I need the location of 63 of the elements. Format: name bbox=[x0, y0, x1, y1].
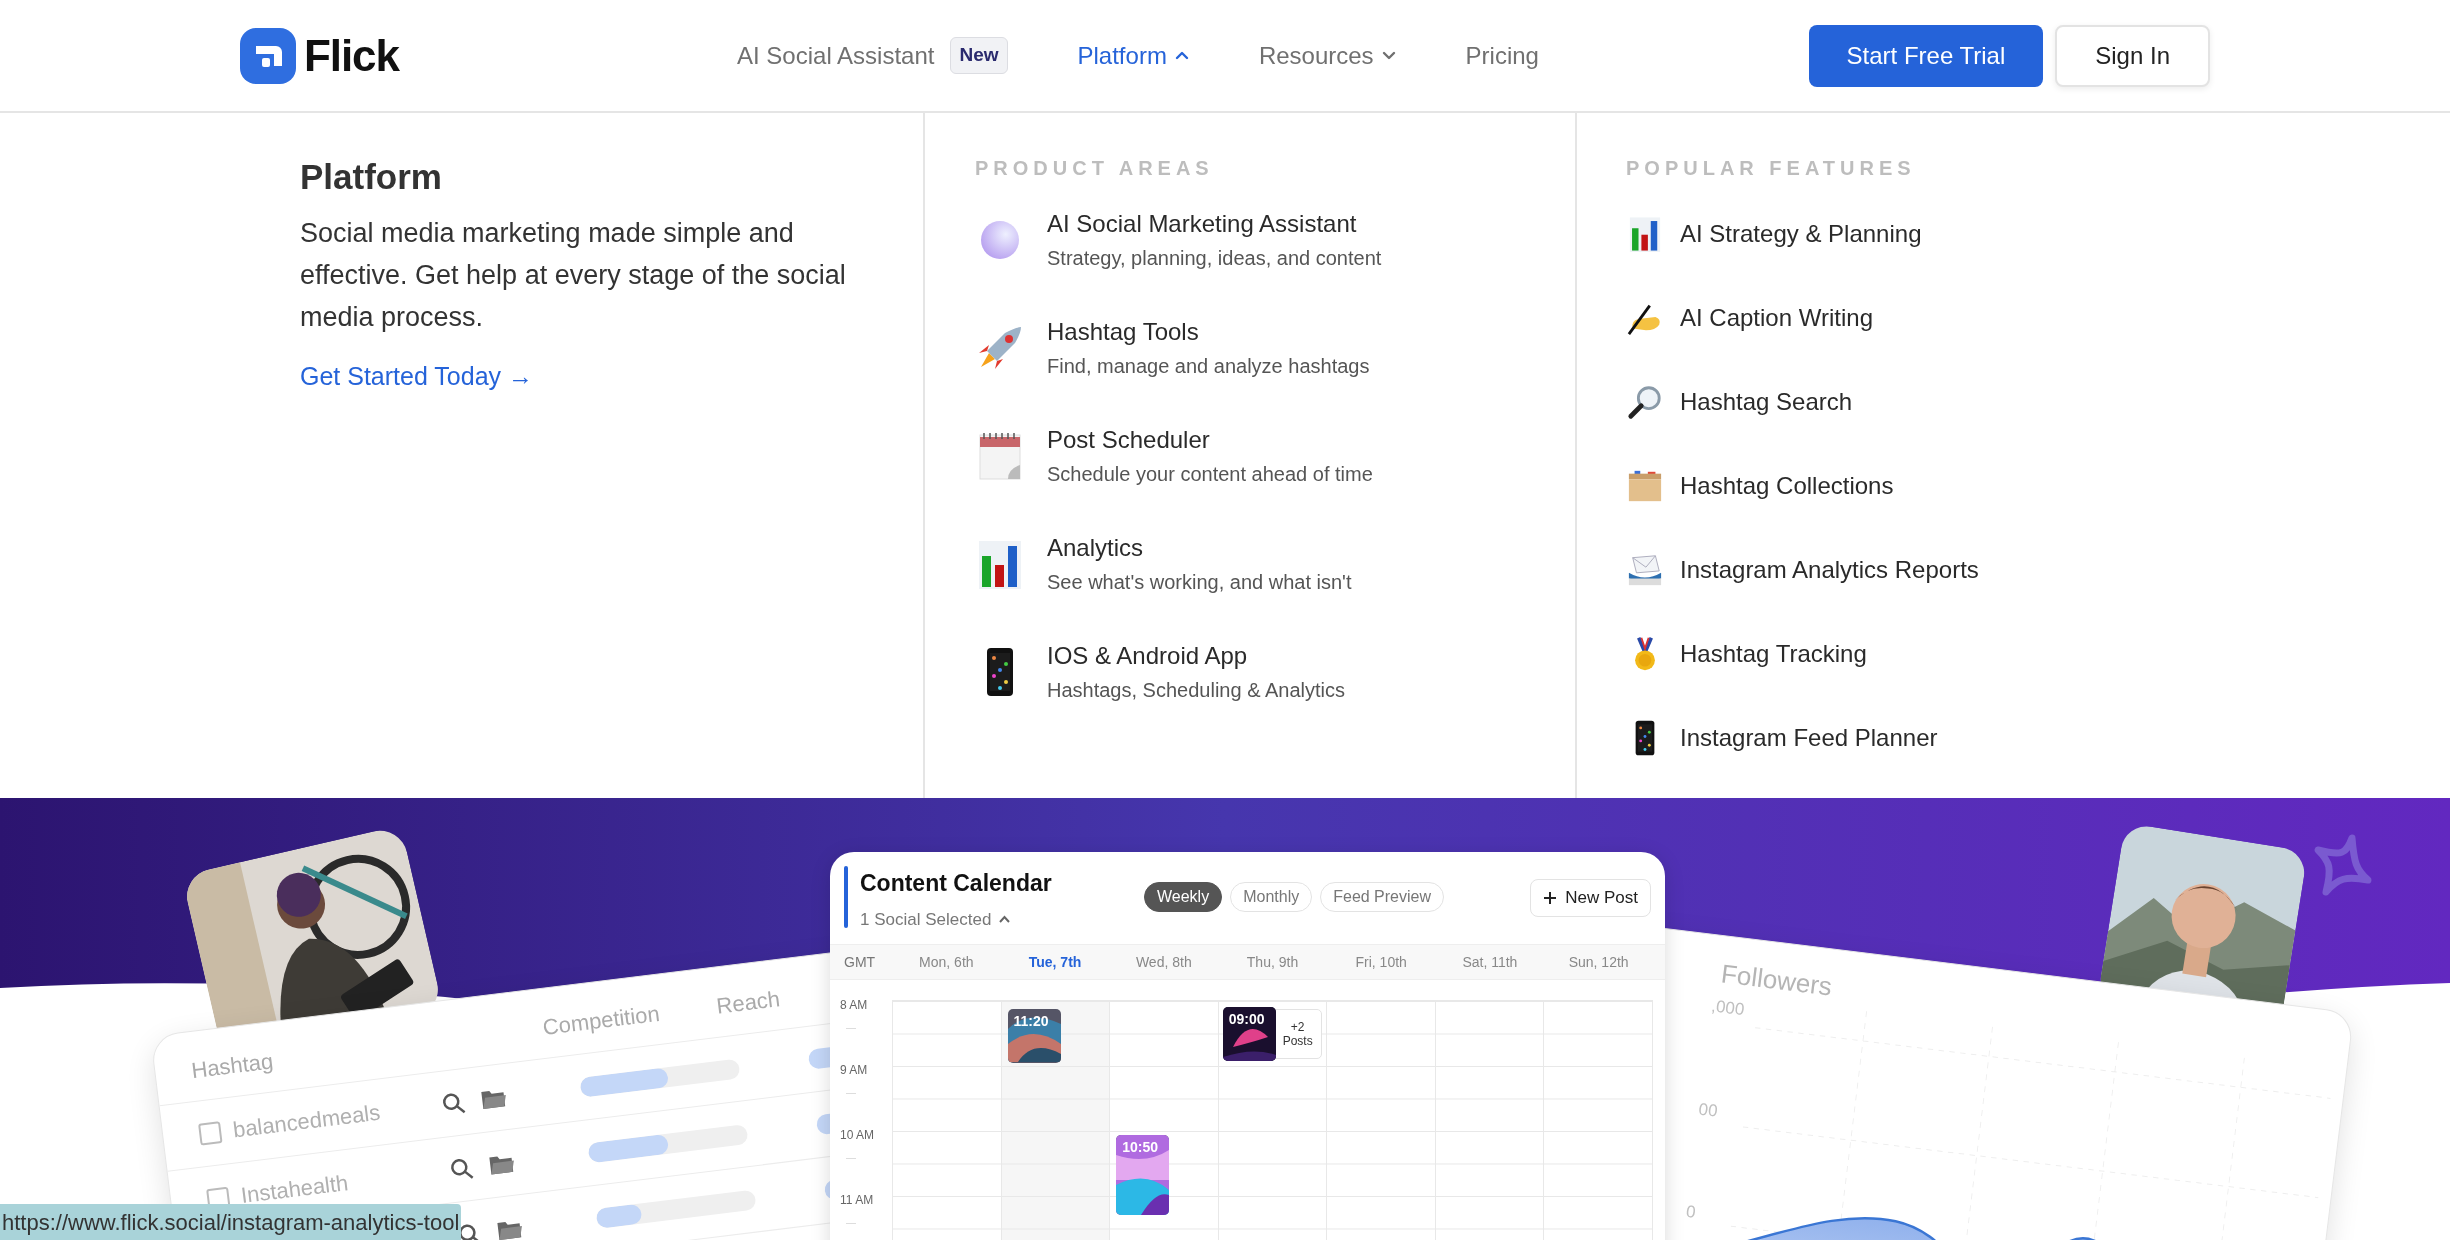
feature-link[interactable]: Instagram Analytics Reports bbox=[1626, 549, 2450, 590]
new-badge: New bbox=[950, 37, 1008, 74]
checkbox[interactable] bbox=[198, 1120, 223, 1146]
caret-icon bbox=[1174, 49, 1189, 62]
social-selector[interactable]: 1 Social Selected bbox=[860, 906, 1052, 932]
post-time: 10:50 bbox=[1122, 1138, 1158, 1157]
product-area-link[interactable]: Post Scheduler Schedule your content ahead of time bbox=[975, 425, 1575, 487]
view-tab[interactable]: Monthly bbox=[1230, 882, 1313, 912]
more-posts-badge[interactable]: +2 Posts bbox=[1273, 1009, 1322, 1059]
product-area-link[interactable]: AI Social Marketing Assistant Strategy, planning, ideas, and content bbox=[975, 209, 1575, 271]
feature-link[interactable]: Hashtag Tracking bbox=[1626, 633, 2450, 674]
column-header: Competition bbox=[541, 1000, 661, 1040]
url-tooltip: https://www.flick.social/instagram-analytics-tool bbox=[0, 1204, 462, 1240]
product-area-link[interactable]: Hashtag Tools Find, manage and analyze hashtags bbox=[975, 317, 1575, 379]
bar-chart-icon bbox=[1627, 215, 1663, 252]
view-tab[interactable]: Weekly bbox=[1144, 882, 1223, 912]
new-post-button[interactable]: New Post bbox=[1530, 879, 1651, 917]
column-header: Reach bbox=[715, 986, 782, 1019]
calendar-icon bbox=[978, 431, 1022, 481]
product-area-link[interactable]: Analytics See what's working, and what isn't bbox=[975, 533, 1575, 595]
post-time: 09:00 bbox=[1228, 1010, 1265, 1029]
nav-link[interactable]: Platform bbox=[1077, 37, 1189, 74]
accent-bar bbox=[844, 866, 848, 928]
caret-icon bbox=[999, 915, 1011, 924]
nav-link[interactable]: Resources bbox=[1258, 37, 1396, 74]
post-time: 11:20 bbox=[1013, 1012, 1049, 1031]
calendar-title: Content Calendar bbox=[860, 869, 1052, 898]
menu-title: Platform bbox=[300, 156, 443, 198]
view-tab[interactable]: Feed Preview bbox=[1320, 882, 1445, 912]
day-header[interactable]: Tue, 7th bbox=[1000, 951, 1110, 973]
time-label: 9 AM bbox=[840, 1063, 869, 1077]
bar-chart-icon bbox=[979, 539, 1021, 589]
axis-label: 00 bbox=[1697, 1098, 1720, 1123]
time-label: 8 AM bbox=[840, 998, 869, 1012]
logo-icon bbox=[240, 27, 296, 84]
column-header: Hashtag bbox=[190, 1048, 275, 1084]
get-started-link[interactable]: Get Started Today → bbox=[300, 357, 533, 395]
feature-link[interactable]: Hashtag Collections bbox=[1626, 465, 2450, 506]
caret-icon bbox=[1381, 49, 1396, 62]
feature-link[interactable]: Instagram Feed Planner bbox=[1626, 717, 2450, 758]
time-label: 11 AM bbox=[840, 1193, 875, 1207]
timezone-label: GMT bbox=[843, 952, 877, 972]
day-header[interactable]: Mon, 6th bbox=[892, 951, 1001, 973]
axis-label: 0 bbox=[1684, 1200, 1698, 1224]
feature-link[interactable]: AI Strategy & Planning bbox=[1626, 213, 2450, 254]
hashtag-name: balancedmeals bbox=[231, 1098, 382, 1145]
product-area-link[interactable]: IOS & Android App Hashtags, Scheduling & Analytics bbox=[975, 641, 1575, 703]
sparkle-icon bbox=[2312, 834, 2372, 896]
time-label: 10 AM bbox=[840, 1128, 876, 1142]
feature-link[interactable]: Hashtag Search bbox=[1626, 381, 2450, 422]
section-heading: POPULAR FEATURES bbox=[1626, 156, 1917, 181]
start-trial-button[interactable]: Start Free Trial bbox=[1808, 24, 2044, 87]
phone-icon bbox=[986, 647, 1014, 697]
orb-icon bbox=[979, 219, 1021, 261]
sign-in-button[interactable]: Sign In bbox=[2055, 24, 2210, 87]
magnifier-icon bbox=[1627, 383, 1663, 420]
section-heading: PRODUCT AREAS bbox=[975, 156, 1215, 181]
nav-link[interactable]: AI Social Assistant New bbox=[737, 37, 1008, 74]
logo-text[interactable]: Flick bbox=[304, 22, 399, 89]
menu-description: Social media marketing made simple and effective. Get help at every stage of the social media process. bbox=[300, 216, 847, 334]
plus-icon bbox=[1543, 891, 1558, 905]
nav-link[interactable]: Pricing bbox=[1465, 37, 1539, 74]
feature-link[interactable]: AI Caption Writing bbox=[1626, 297, 2450, 338]
